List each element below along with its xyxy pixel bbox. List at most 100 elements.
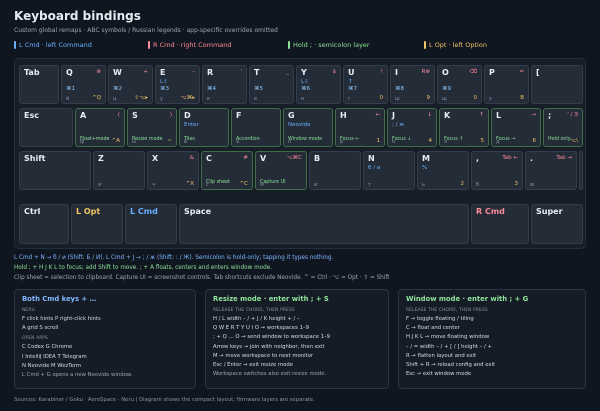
key-l-opt-binding: 0 — [379, 95, 384, 101]
key-lcmd: L Cmd — [125, 204, 177, 244]
legend-l-opt: L Opt · left Option — [424, 41, 487, 49]
key-hold-semicolon-binding: Window mode — [288, 137, 323, 142]
key-r-cmd-binding: ⊗ — [96, 69, 101, 75]
key-r-cmd-binding: Tab → — [556, 155, 572, 161]
key-base-legend: K — [444, 111, 451, 120]
key-b: Bи — [309, 151, 361, 190]
key-ctrl: Ctrl — [19, 204, 69, 244]
key-n: Nб / и т — [363, 151, 415, 190]
key-base-legend: L Opt — [76, 207, 101, 216]
key-dot: . Tab → ю — [525, 151, 577, 190]
key-russian-legend: е — [254, 96, 258, 102]
key-l-opt-binding: ^C — [239, 181, 248, 187]
key-base-legend: [ — [536, 68, 540, 77]
key-l-cmd-binding: ↑ — [348, 79, 353, 85]
panel-resize-mode: Resize mode · enter with ; + S RELEASE T… — [205, 289, 389, 389]
key-base-legend: V — [260, 154, 267, 163]
key-l-opt-binding: 1 — [376, 138, 381, 144]
panel-title: Resize mode · enter with ; + S — [213, 295, 329, 303]
panel-line: F click hints P right-click hints — [22, 316, 101, 322]
key-r-cmd-binding: & — [189, 155, 194, 161]
key-l-opt-binding: 0 — [473, 95, 478, 101]
key-russian-legend: м — [260, 182, 264, 188]
key-l-opt-binding: ^Q — [92, 95, 101, 101]
key-russian-legend: ь — [422, 182, 425, 188]
key-f: F Accordion а — [231, 108, 281, 147]
key-esc: Esc — [19, 108, 73, 147]
key-l-opt-binding: ~ — [167, 138, 172, 144]
key-russian-legend: ц — [113, 96, 117, 102]
key-r-cmd-binding: ↑ — [479, 112, 484, 118]
key-l-opt-binding: 2 — [460, 181, 465, 187]
panel-line: Workspace switches also exit resize mode… — [213, 371, 327, 378]
key-base-legend: N — [368, 154, 375, 163]
panel-line: F → toggle floating / tiling — [406, 316, 474, 322]
key-lbr: [ — [531, 65, 583, 104]
panel-line: I IntelliJ IDEA T Telegram — [22, 353, 87, 360]
key-base-legend: X — [152, 154, 159, 163]
key-base-legend: Ctrl — [24, 207, 41, 216]
key-russian-legend: и — [314, 182, 318, 188]
key-p: P = з B — [484, 65, 529, 104]
panel-line: Arrow keys → join with neighbor, then ex… — [213, 343, 325, 350]
key-base-legend: R Cmd — [476, 207, 505, 216]
key-l-opt-binding: B — [520, 95, 524, 101]
key-russian-legend: а — [236, 139, 240, 145]
note-legend-symbols: Clip sheet = selection to clipboard. Cap… — [14, 275, 390, 281]
key-russian-legend: ч — [152, 182, 155, 188]
key-base-legend: T — [254, 68, 260, 77]
key-t: T _ ⌘5 е — [249, 65, 294, 104]
key-lopt: L Opt — [71, 204, 123, 244]
key-q: Q ⊗ ⌘1 й ^Q — [61, 65, 106, 104]
key-l-opt-binding: 6 — [532, 138, 537, 144]
key-base-legend: U — [348, 68, 355, 77]
key-base-legend: D — [184, 111, 191, 120]
key-slash: /\? / ,. — [579, 151, 583, 190]
key-russian-legend: п — [288, 139, 292, 145]
page-subtitle: Custom global remaps · ABC symbols / Rus… — [14, 27, 278, 34]
key-l-opt-binding: 3 — [514, 181, 519, 187]
panel-line: Shift + R → reload config and exit — [406, 362, 496, 369]
key-l-cmd-shortcut: ⌘3 — [160, 86, 169, 92]
key-base-legend: O — [442, 68, 449, 77]
key-c: C # Clip sheet с ^C — [201, 151, 253, 190]
key-r-cmd-binding: ! — [380, 69, 383, 75]
key-russian-legend: щ — [442, 96, 447, 102]
key-base-legend: S — [132, 111, 138, 120]
legend-swatch — [424, 41, 426, 49]
legend-label: R Cmd · right Command — [153, 41, 232, 49]
key-r-cmd-binding: ' — [240, 69, 242, 75]
key-russian-legend: р — [340, 139, 344, 145]
key-base-legend: Super — [536, 207, 563, 216]
key-r-cmd-binding: ⌥⌘C — [286, 155, 302, 161]
panel-line: N Neovide M WezTerm — [22, 362, 82, 369]
key-r-cmd-binding: = — [519, 69, 524, 75]
key-russian-legend: й — [66, 96, 70, 102]
key-base-legend: I — [395, 68, 398, 77]
key-russian-legend: ы — [132, 139, 136, 145]
key-r-cmd-binding: ) — [169, 112, 172, 118]
key-a: A (Float+mode ф ^A — [75, 108, 125, 147]
key-russian-legend: д — [496, 139, 500, 145]
key-l: L → Focus → д 6 — [491, 108, 541, 147]
key-r-cmd-binding: # — [243, 155, 248, 161]
key-russian-legend: ф — [80, 139, 85, 145]
key-l-opt-binding: 5 — [480, 138, 485, 144]
panel-line: A grid S scroll — [22, 325, 59, 332]
key-l-cmd-binding: ; / ж — [392, 122, 405, 128]
panel-line: Esc / Enter → exit resize mode — [213, 362, 294, 369]
panel-line: R → flatten layout and exit — [406, 352, 477, 359]
key-r-cmd-binding: → — [531, 112, 536, 118]
key-russian-legend: л — [444, 139, 448, 145]
key-russian-legend: в — [184, 139, 187, 145]
key-h: H ← Focus ← р 1 — [335, 108, 385, 147]
panel-line: Esc → exit window mode — [406, 371, 472, 378]
key-l-opt-binding: ⌥⌘▸ — [180, 95, 195, 101]
legend-label: L Opt · left Option — [429, 41, 487, 49]
key-r-cmd-binding: ← — [375, 112, 380, 118]
key-e: E – L⇧ ⌘3 у ⌥⌘▸ — [155, 65, 200, 104]
panel-section-label: OPEN APPS — [22, 336, 48, 342]
key-russian-legend: у — [160, 96, 163, 102]
key-l-opt-binding: ⇧⌥▸ — [134, 95, 148, 101]
key-r: R ' ⌘4 к — [202, 65, 247, 104]
